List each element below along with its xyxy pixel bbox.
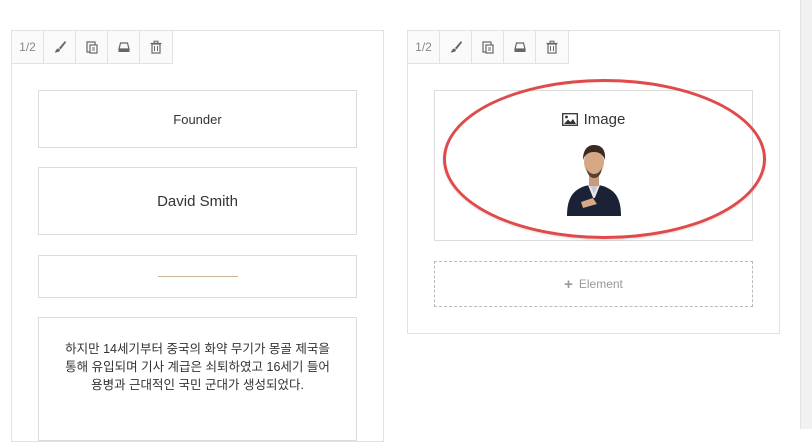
top-strip <box>0 0 800 14</box>
column-left: 1/2 Founder David Smith 하지만 14세기부터 중국의 화… <box>11 30 384 442</box>
text-element[interactable]: 하지만 14세기부터 중국의 화약 무기가 몽골 제국을 통해 유입되며 기사 … <box>38 317 357 441</box>
add-element-label: Element <box>578 277 623 291</box>
image-element[interactable]: Image <box>434 90 753 241</box>
column-right: 1/2 Image + Element <box>407 30 780 334</box>
image-icon <box>561 113 578 126</box>
portrait-image <box>566 145 621 216</box>
column-size-button[interactable]: 1/2 <box>12 31 44 63</box>
name-heading-element[interactable]: David Smith <box>38 167 357 235</box>
body-text: 하지만 14세기부터 중국의 화약 무기가 몽골 제국을 통해 유입되며 기사 … <box>65 342 330 392</box>
trash-icon[interactable] <box>140 31 172 63</box>
divider-element[interactable] <box>38 255 357 298</box>
brush-icon[interactable] <box>440 31 472 63</box>
column-toolbar: 1/2 <box>408 31 569 64</box>
trash-icon[interactable] <box>536 31 568 63</box>
paste-icon[interactable] <box>76 31 108 63</box>
plus-icon: + <box>564 275 573 293</box>
founder-heading-element[interactable]: Founder <box>38 90 357 148</box>
image-label: Image <box>583 111 626 128</box>
founder-label: Founder <box>173 111 222 127</box>
save-icon[interactable] <box>504 31 536 63</box>
scrollbar[interactable] <box>800 0 812 429</box>
column-toolbar: 1/2 <box>12 31 173 64</box>
save-icon[interactable] <box>108 31 140 63</box>
name-label: David Smith <box>157 192 238 210</box>
divider-line <box>157 276 238 277</box>
add-element-button[interactable]: + Element <box>434 261 753 307</box>
paste-icon[interactable] <box>472 31 504 63</box>
brush-icon[interactable] <box>44 31 76 63</box>
column-size-button[interactable]: 1/2 <box>408 31 440 63</box>
image-heading: Image <box>561 111 626 128</box>
